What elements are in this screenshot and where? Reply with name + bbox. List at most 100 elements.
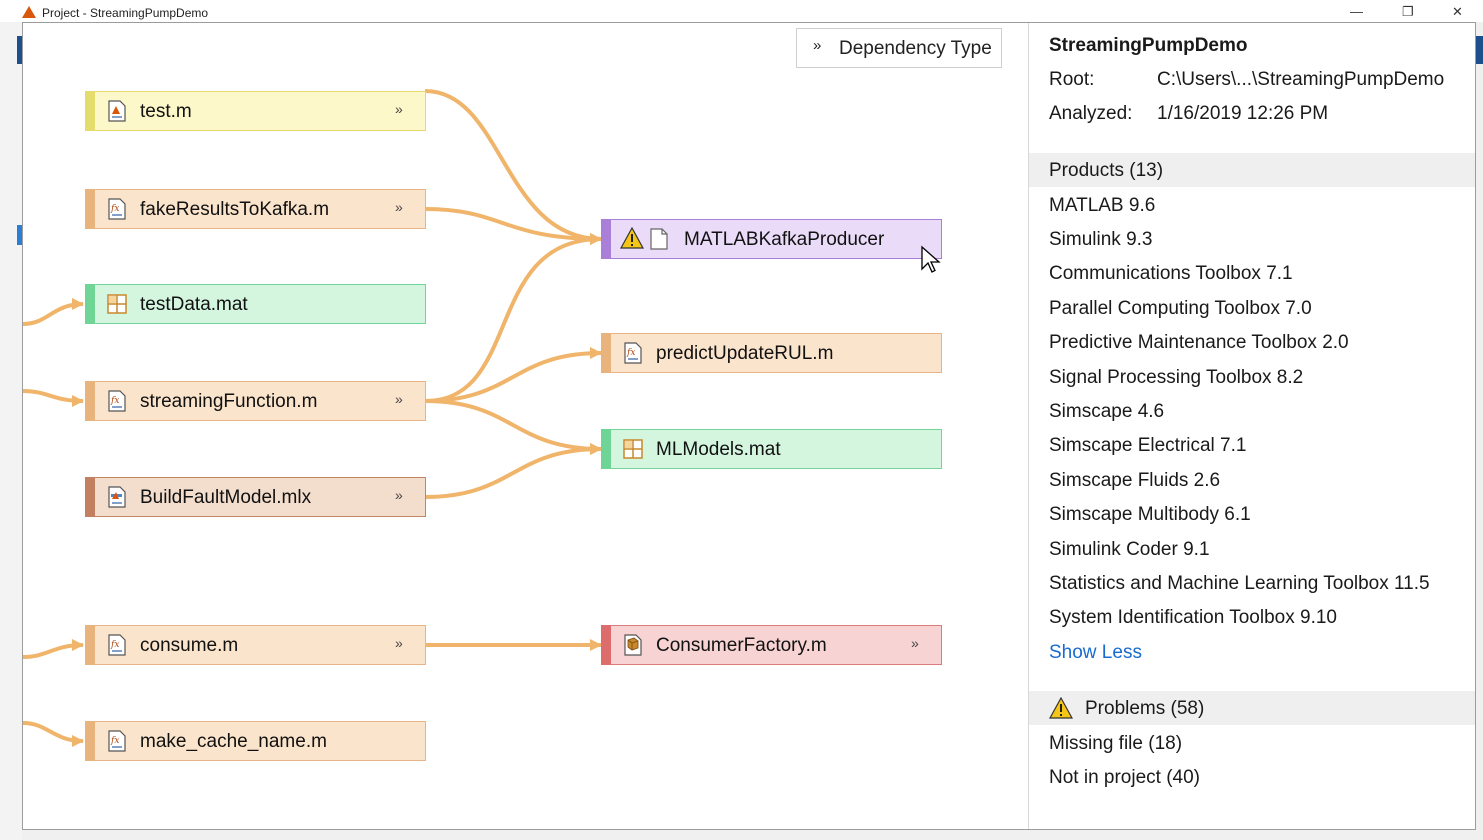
mouse-pointer-icon: [921, 245, 941, 273]
node-type-bar: [601, 219, 611, 259]
product-item: Parallel Computing Toolbox 7.0: [1049, 298, 1312, 319]
node-predictupdaterul-m[interactable]: fx predictUpdateRUL.m: [601, 333, 942, 373]
matlab-logo-icon: [22, 6, 36, 18]
expand-chevron-icon[interactable]: »: [395, 101, 403, 117]
window-title: Project - StreamingPumpDemo: [42, 6, 209, 20]
restore-button[interactable]: ❐: [1402, 4, 1414, 20]
node-type-bar: [601, 625, 611, 665]
mat-file-icon: [107, 294, 127, 314]
node-label: test.m: [140, 101, 192, 122]
svg-text:fx: fx: [626, 348, 635, 358]
node-type-bar: [601, 333, 611, 373]
product-item: MATLAB 9.6: [1049, 195, 1156, 216]
node-consume-m[interactable]: fx consume.m »: [85, 625, 426, 665]
product-item: Communications Toolbox 7.1: [1049, 263, 1293, 284]
close-button[interactable]: ✕: [1452, 4, 1463, 20]
product-item: Signal Processing Toolbox 8.2: [1049, 367, 1304, 388]
expand-chevron-icon[interactable]: »: [395, 199, 403, 215]
dependency-edges: [23, 89, 602, 747]
product-item: Simscape 4.6: [1049, 401, 1165, 422]
window-titlebar: Project - StreamingPumpDemo — ❐ ✕: [0, 0, 1483, 22]
function-file-icon: fx: [108, 730, 126, 752]
node-type-bar: [85, 721, 95, 761]
node-label: streamingFunction.m: [140, 391, 318, 412]
mat-file-icon: [623, 439, 643, 459]
root-label: Root:: [1049, 69, 1095, 90]
product-item: Simulink Coder 9.1: [1049, 539, 1210, 560]
edge-in-streaming: [23, 389, 84, 407]
product-item: Statistics and Machine Learning Toolbox …: [1049, 573, 1430, 594]
node-label: fakeResultsToKafka.m: [140, 199, 330, 220]
blank-file-icon: [650, 228, 668, 250]
node-consumerfactory-m[interactable]: ConsumerFactory.m »: [601, 625, 942, 665]
project-details-panel: StreamingPumpDemo Root: C:\Users\...\Str…: [1029, 23, 1475, 829]
node-buildfaultmodel-mlx[interactable]: BuildFaultModel.mlx »: [85, 477, 426, 517]
node-label: predictUpdateRUL.m: [656, 343, 834, 364]
node-label: MATLABKafkaProducer: [684, 229, 885, 250]
dependency-analyzer-panel: » Dependency Type test.m » fx fakeResult…: [22, 22, 1476, 830]
node-label: consume.m: [140, 635, 239, 656]
background-window-edge-right: [1476, 22, 1483, 840]
show-less-link[interactable]: Show Less: [1049, 642, 1142, 664]
analyzed-label: Analyzed:: [1049, 103, 1133, 124]
edge-in-consume: [23, 639, 84, 659]
class-file-icon: [624, 634, 642, 656]
background-window-edge: [0, 22, 22, 840]
function-file-icon: fx: [108, 390, 126, 412]
edge-streaming-to-predict: [424, 347, 602, 403]
product-item: Simscape Electrical 7.1: [1049, 435, 1247, 456]
node-type-bar: [85, 625, 95, 665]
product-item: Predictive Maintenance Toolbox 2.0: [1049, 332, 1349, 353]
svg-text:fx: fx: [110, 396, 119, 406]
node-label: testData.mat: [140, 294, 248, 315]
node-type-bar: [601, 429, 611, 469]
problem-item-not-in-project[interactable]: Not in project (40): [1049, 767, 1200, 789]
problems-header: Problems (58): [1085, 698, 1205, 719]
edge-in-testdata: [23, 298, 84, 326]
node-label: MLModels.mat: [656, 439, 781, 460]
dependency-type-label: Dependency Type: [839, 38, 992, 59]
edge-streaming-to-mlmodels: [424, 399, 602, 455]
expand-chevron-icon[interactable]: »: [395, 487, 403, 503]
edge-test-to-producer: [424, 89, 602, 245]
product-item: Simulink 9.3: [1049, 229, 1153, 250]
node-fakeresultstokafka-m[interactable]: fx fakeResultsToKafka.m »: [85, 189, 426, 229]
project-name: StreamingPumpDemo: [1049, 35, 1248, 56]
product-item: Simscape Multibody 6.1: [1049, 504, 1251, 525]
double-chevron-down-icon: »: [813, 37, 822, 54]
node-matlabkafkaproducer[interactable]: MATLABKafkaProducer: [601, 219, 942, 259]
warning-icon: [620, 227, 644, 249]
edge-buildfault-to-mlmodels: [424, 443, 602, 499]
function-file-icon: fx: [108, 198, 126, 220]
node-make-cache-name-m[interactable]: fx make_cache_name.m: [85, 721, 426, 761]
analyzed-value: 1/16/2019 12:26 PM: [1157, 103, 1329, 124]
node-testdata-mat[interactable]: testData.mat: [85, 284, 426, 324]
node-type-bar: [85, 189, 95, 229]
expand-chevron-icon[interactable]: »: [911, 635, 919, 651]
expand-chevron-icon[interactable]: »: [395, 635, 403, 651]
problem-item-missing-file[interactable]: Missing file (18): [1049, 733, 1182, 755]
node-test-m[interactable]: test.m »: [85, 91, 426, 131]
product-item: Simscape Fluids 2.6: [1049, 470, 1221, 491]
node-mlmodels-mat[interactable]: MLModels.mat: [601, 429, 942, 469]
node-label: ConsumerFactory.m: [656, 635, 827, 656]
background-toolstrip-fragment-right: [1476, 36, 1483, 64]
node-streamingfunction-m[interactable]: fx streamingFunction.m »: [85, 381, 426, 421]
node-label: make_cache_name.m: [140, 731, 327, 752]
dependency-type-button[interactable]: » Dependency Type: [796, 28, 1002, 68]
node-type-bar: [85, 284, 95, 324]
function-file-icon: fx: [624, 342, 642, 364]
svg-text:fx: fx: [110, 736, 119, 746]
warning-icon: [1049, 697, 1073, 719]
minimize-button[interactable]: —: [1350, 4, 1363, 19]
products-header: Products (13): [1049, 160, 1164, 181]
node-type-bar: [85, 381, 95, 421]
product-item: System Identification Toolbox 9.10: [1049, 607, 1337, 628]
node-type-bar: [85, 477, 95, 517]
node-type-bar: [85, 91, 95, 131]
expand-chevron-icon[interactable]: »: [395, 391, 403, 407]
dependency-graph[interactable]: » Dependency Type test.m » fx fakeResult…: [23, 23, 1028, 829]
edge-in-makecache: [23, 721, 84, 747]
root-value: C:\Users\...\StreamingPumpDemo: [1157, 69, 1445, 90]
live-script-file-icon: [108, 486, 126, 508]
